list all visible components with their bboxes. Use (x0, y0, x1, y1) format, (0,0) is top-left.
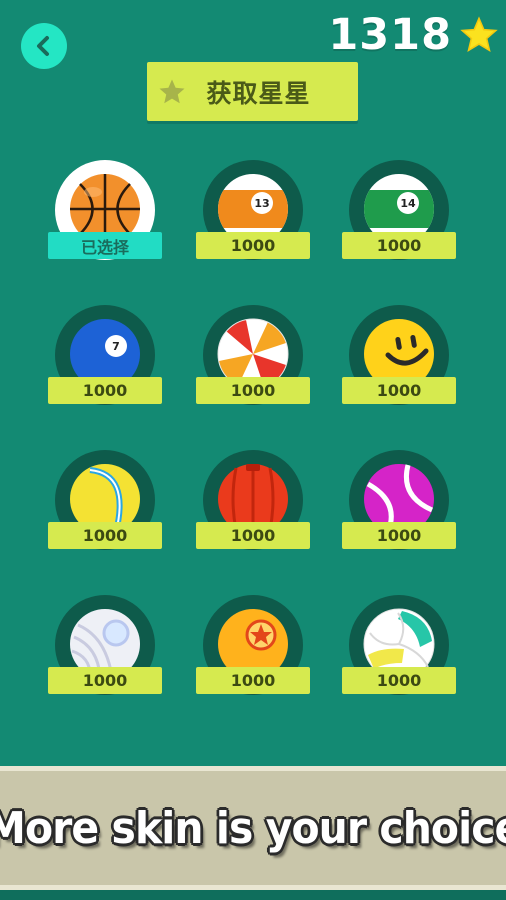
price-label: 1000 (196, 377, 310, 404)
skin-cell-beach-ball[interactable]: 1000 (196, 305, 310, 405)
svg-text:14: 14 (400, 197, 416, 210)
price-label: 1000 (196, 667, 310, 694)
footer-strip (0, 890, 506, 900)
get-stars-button[interactable]: 获取星星 (147, 62, 358, 121)
skin-cell-volleyball[interactable]: 1000 (342, 595, 456, 695)
promo-banner: More skin is your choice (0, 766, 506, 890)
chevron-left-icon (37, 36, 49, 56)
price-label: 1000 (48, 667, 162, 694)
price-label: 1000 (48, 377, 162, 404)
skin-cell-smiley-ball[interactable]: 1000 (342, 305, 456, 405)
svg-text:7: 7 (112, 340, 120, 353)
skin-cell-star-ball[interactable]: 1000 (196, 595, 310, 695)
skin-cell-billiard-14[interactable]: 14 1000 (342, 160, 456, 260)
price-label: 1000 (196, 522, 310, 549)
skin-cell-white-ball[interactable]: 1000 (48, 595, 162, 695)
skin-cell-tennis-pink[interactable]: 1000 (342, 450, 456, 550)
promo-text: More skin is your choice (0, 802, 506, 854)
star-counter: 1318 (328, 10, 498, 60)
skin-cell-tennis-yellow[interactable]: 1000 (48, 450, 162, 550)
price-label: 1000 (196, 232, 310, 259)
skin-cell-billiard-7[interactable]: 7 1000 (48, 305, 162, 405)
star-icon (460, 16, 498, 53)
back-button[interactable] (21, 23, 67, 69)
get-stars-label: 获取星星 (206, 78, 311, 108)
star-icon (159, 79, 185, 103)
skin-cell-red-ball[interactable]: 1000 (196, 450, 310, 550)
price-label: 1000 (342, 522, 456, 549)
price-label: 1000 (48, 522, 162, 549)
star-count: 1318 (328, 10, 452, 60)
price-label: 1000 (342, 667, 456, 694)
svg-text:13: 13 (254, 197, 269, 210)
price-label: 1000 (342, 232, 456, 259)
price-label: 1000 (342, 377, 456, 404)
selected-label: 已选择 (48, 232, 162, 259)
skin-cell-basketball[interactable]: 已选择 (48, 160, 162, 260)
skin-cell-billiard-13[interactable]: 13 1000 (196, 160, 310, 260)
